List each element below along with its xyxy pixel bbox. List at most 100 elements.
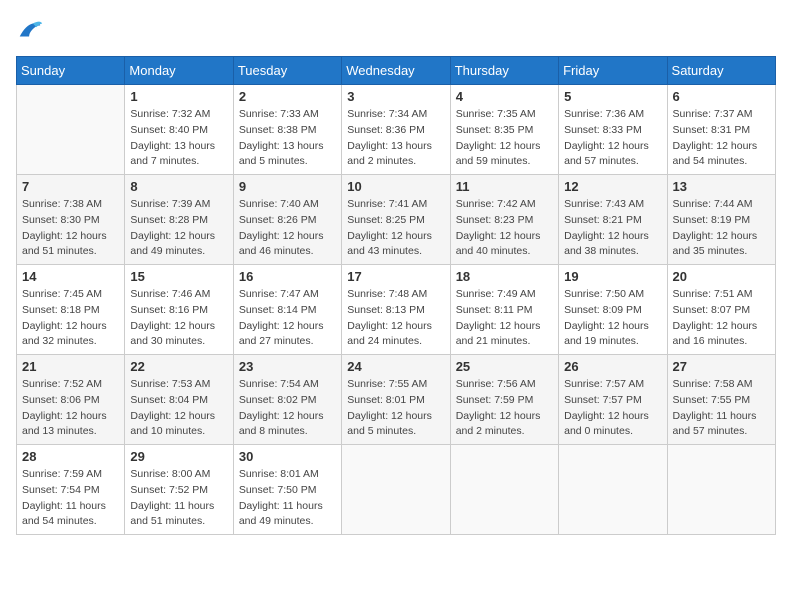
day-number: 4 (456, 89, 553, 104)
day-number: 7 (22, 179, 119, 194)
calendar-day-cell: 30 Sunrise: 8:01 AMSunset: 7:50 PMDaylig… (233, 445, 341, 535)
calendar-day-cell: 24 Sunrise: 7:55 AMSunset: 8:01 PMDaylig… (342, 355, 450, 445)
calendar-day-cell: 19 Sunrise: 7:50 AMSunset: 8:09 PMDaylig… (559, 265, 667, 355)
day-number: 8 (130, 179, 227, 194)
calendar-day-cell (667, 445, 775, 535)
day-number: 2 (239, 89, 336, 104)
calendar-day-cell: 18 Sunrise: 7:49 AMSunset: 8:11 PMDaylig… (450, 265, 558, 355)
day-number: 3 (347, 89, 444, 104)
day-info: Sunrise: 7:46 AMSunset: 8:16 PMDaylight:… (130, 287, 227, 350)
calendar-week-row: 14 Sunrise: 7:45 AMSunset: 8:18 PMDaylig… (17, 265, 776, 355)
day-info: Sunrise: 7:52 AMSunset: 8:06 PMDaylight:… (22, 377, 119, 440)
calendar-day-cell (17, 85, 125, 175)
day-info: Sunrise: 7:43 AMSunset: 8:21 PMDaylight:… (564, 197, 661, 260)
calendar-day-cell: 20 Sunrise: 7:51 AMSunset: 8:07 PMDaylig… (667, 265, 775, 355)
calendar-day-cell (342, 445, 450, 535)
day-info: Sunrise: 7:57 AMSunset: 7:57 PMDaylight:… (564, 377, 661, 440)
calendar-table: SundayMondayTuesdayWednesdayThursdayFrid… (16, 56, 776, 535)
calendar-day-cell: 2 Sunrise: 7:33 AMSunset: 8:38 PMDayligh… (233, 85, 341, 175)
calendar-day-cell: 11 Sunrise: 7:42 AMSunset: 8:23 PMDaylig… (450, 175, 558, 265)
day-info: Sunrise: 7:32 AMSunset: 8:40 PMDaylight:… (130, 107, 227, 170)
day-info: Sunrise: 7:38 AMSunset: 8:30 PMDaylight:… (22, 197, 119, 260)
day-number: 30 (239, 449, 336, 464)
calendar-day-cell: 29 Sunrise: 8:00 AMSunset: 7:52 PMDaylig… (125, 445, 233, 535)
day-info: Sunrise: 7:59 AMSunset: 7:54 PMDaylight:… (22, 467, 119, 530)
calendar-day-cell: 21 Sunrise: 7:52 AMSunset: 8:06 PMDaylig… (17, 355, 125, 445)
weekday-header-cell: Friday (559, 57, 667, 85)
day-number: 6 (673, 89, 770, 104)
calendar-day-cell: 14 Sunrise: 7:45 AMSunset: 8:18 PMDaylig… (17, 265, 125, 355)
day-number: 27 (673, 359, 770, 374)
day-info: Sunrise: 7:39 AMSunset: 8:28 PMDaylight:… (130, 197, 227, 260)
day-info: Sunrise: 7:40 AMSunset: 8:26 PMDaylight:… (239, 197, 336, 260)
day-number: 9 (239, 179, 336, 194)
day-info: Sunrise: 7:51 AMSunset: 8:07 PMDaylight:… (673, 287, 770, 350)
day-number: 24 (347, 359, 444, 374)
calendar-week-row: 21 Sunrise: 7:52 AMSunset: 8:06 PMDaylig… (17, 355, 776, 445)
calendar-day-cell: 6 Sunrise: 7:37 AMSunset: 8:31 PMDayligh… (667, 85, 775, 175)
day-info: Sunrise: 8:00 AMSunset: 7:52 PMDaylight:… (130, 467, 227, 530)
calendar-day-cell: 4 Sunrise: 7:35 AMSunset: 8:35 PMDayligh… (450, 85, 558, 175)
calendar-day-cell: 15 Sunrise: 7:46 AMSunset: 8:16 PMDaylig… (125, 265, 233, 355)
calendar-day-cell: 13 Sunrise: 7:44 AMSunset: 8:19 PMDaylig… (667, 175, 775, 265)
day-number: 29 (130, 449, 227, 464)
calendar-day-cell: 9 Sunrise: 7:40 AMSunset: 8:26 PMDayligh… (233, 175, 341, 265)
weekday-header-cell: Sunday (17, 57, 125, 85)
day-number: 21 (22, 359, 119, 374)
day-number: 5 (564, 89, 661, 104)
calendar-day-cell: 17 Sunrise: 7:48 AMSunset: 8:13 PMDaylig… (342, 265, 450, 355)
calendar-day-cell: 27 Sunrise: 7:58 AMSunset: 7:55 PMDaylig… (667, 355, 775, 445)
calendar-day-cell: 5 Sunrise: 7:36 AMSunset: 8:33 PMDayligh… (559, 85, 667, 175)
day-info: Sunrise: 7:50 AMSunset: 8:09 PMDaylight:… (564, 287, 661, 350)
day-info: Sunrise: 7:55 AMSunset: 8:01 PMDaylight:… (347, 377, 444, 440)
day-number: 10 (347, 179, 444, 194)
calendar-week-row: 7 Sunrise: 7:38 AMSunset: 8:30 PMDayligh… (17, 175, 776, 265)
day-number: 18 (456, 269, 553, 284)
day-info: Sunrise: 7:44 AMSunset: 8:19 PMDaylight:… (673, 197, 770, 260)
calendar-day-cell: 7 Sunrise: 7:38 AMSunset: 8:30 PMDayligh… (17, 175, 125, 265)
day-info: Sunrise: 7:49 AMSunset: 8:11 PMDaylight:… (456, 287, 553, 350)
calendar-week-row: 1 Sunrise: 7:32 AMSunset: 8:40 PMDayligh… (17, 85, 776, 175)
weekday-header-cell: Tuesday (233, 57, 341, 85)
calendar-day-cell (559, 445, 667, 535)
day-info: Sunrise: 7:42 AMSunset: 8:23 PMDaylight:… (456, 197, 553, 260)
logo-icon (16, 16, 44, 44)
calendar-day-cell: 25 Sunrise: 7:56 AMSunset: 7:59 PMDaylig… (450, 355, 558, 445)
day-number: 25 (456, 359, 553, 374)
day-info: Sunrise: 7:41 AMSunset: 8:25 PMDaylight:… (347, 197, 444, 260)
day-number: 13 (673, 179, 770, 194)
day-number: 14 (22, 269, 119, 284)
calendar-day-cell (450, 445, 558, 535)
weekday-header-cell: Saturday (667, 57, 775, 85)
day-info: Sunrise: 7:53 AMSunset: 8:04 PMDaylight:… (130, 377, 227, 440)
day-info: Sunrise: 7:47 AMSunset: 8:14 PMDaylight:… (239, 287, 336, 350)
calendar-day-cell: 3 Sunrise: 7:34 AMSunset: 8:36 PMDayligh… (342, 85, 450, 175)
calendar-day-cell: 26 Sunrise: 7:57 AMSunset: 7:57 PMDaylig… (559, 355, 667, 445)
day-number: 23 (239, 359, 336, 374)
day-info: Sunrise: 7:54 AMSunset: 8:02 PMDaylight:… (239, 377, 336, 440)
calendar-day-cell: 10 Sunrise: 7:41 AMSunset: 8:25 PMDaylig… (342, 175, 450, 265)
day-number: 17 (347, 269, 444, 284)
calendar-day-cell: 8 Sunrise: 7:39 AMSunset: 8:28 PMDayligh… (125, 175, 233, 265)
calendar-day-cell: 12 Sunrise: 7:43 AMSunset: 8:21 PMDaylig… (559, 175, 667, 265)
logo (16, 16, 48, 44)
calendar-week-row: 28 Sunrise: 7:59 AMSunset: 7:54 PMDaylig… (17, 445, 776, 535)
day-info: Sunrise: 7:37 AMSunset: 8:31 PMDaylight:… (673, 107, 770, 170)
day-info: Sunrise: 7:36 AMSunset: 8:33 PMDaylight:… (564, 107, 661, 170)
day-info: Sunrise: 7:58 AMSunset: 7:55 PMDaylight:… (673, 377, 770, 440)
weekday-header-row: SundayMondayTuesdayWednesdayThursdayFrid… (17, 57, 776, 85)
calendar-day-cell: 23 Sunrise: 7:54 AMSunset: 8:02 PMDaylig… (233, 355, 341, 445)
day-number: 15 (130, 269, 227, 284)
day-number: 22 (130, 359, 227, 374)
day-number: 16 (239, 269, 336, 284)
day-info: Sunrise: 8:01 AMSunset: 7:50 PMDaylight:… (239, 467, 336, 530)
day-info: Sunrise: 7:35 AMSunset: 8:35 PMDaylight:… (456, 107, 553, 170)
day-number: 19 (564, 269, 661, 284)
calendar-day-cell: 16 Sunrise: 7:47 AMSunset: 8:14 PMDaylig… (233, 265, 341, 355)
day-info: Sunrise: 7:56 AMSunset: 7:59 PMDaylight:… (456, 377, 553, 440)
day-info: Sunrise: 7:45 AMSunset: 8:18 PMDaylight:… (22, 287, 119, 350)
day-number: 11 (456, 179, 553, 194)
weekday-header-cell: Thursday (450, 57, 558, 85)
day-number: 1 (130, 89, 227, 104)
day-info: Sunrise: 7:48 AMSunset: 8:13 PMDaylight:… (347, 287, 444, 350)
